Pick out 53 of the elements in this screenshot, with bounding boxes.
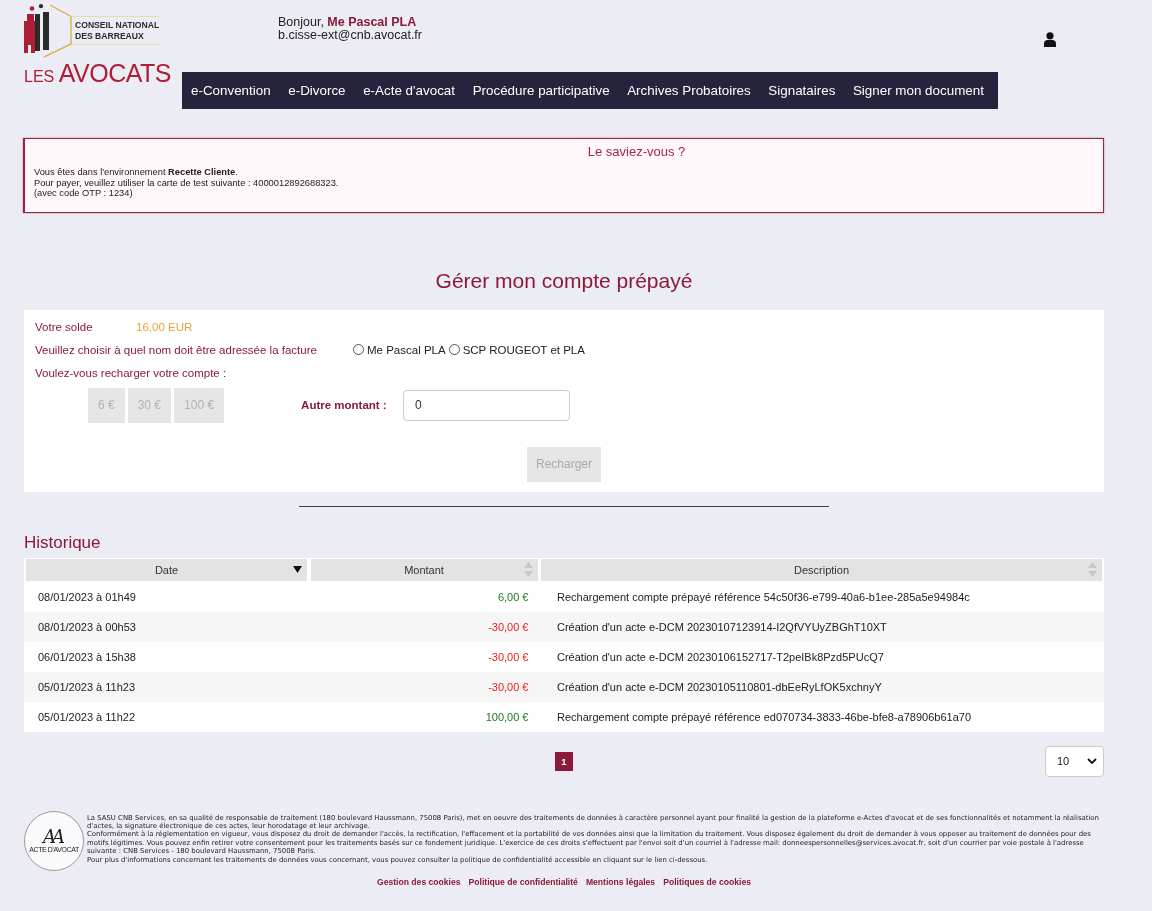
amount-cell-text: -30,00 € — [487, 620, 530, 633]
notice-title: Le saviez-vous ? — [586, 144, 687, 160]
description-cell-text: Création d'un acte e-DCM 20230107123914-I2QfVYUyZBGhT10XT — [556, 620, 888, 633]
description-cell-text: Rechargement compte prépayé référence 54c50f36-e799-40a6-b1ee-285a5e94984c — [556, 590, 971, 603]
invoice-radio-option[interactable]: SCP ROUGEOT et PLA — [448, 343, 585, 356]
description-cell-text: Rechargement compte prépayé référence ed070734-3833-46be-bfe8-a78906b61a70 — [556, 710, 973, 723]
logo-org-name: CONSEIL NATIONAL DES BARREAUX — [72, 16, 160, 45]
column-header[interactable]: Description — [541, 558, 1102, 581]
logo-wordmark: LES AVOCATS — [24, 58, 171, 89]
balance-label: Votre solde — [35, 320, 94, 333]
balance-value: 16,00 EUR — [136, 320, 193, 333]
greeting-text: Bonjour, Me Pascal PLA — [278, 16, 417, 29]
date-cell-text: 06/01/2023 à 15h38 — [37, 650, 137, 663]
notice-text: Pour payer, veuillez utiliser la carte de test suivante : 4000012892688323. — [34, 177, 340, 188]
user-icon[interactable] — [1044, 32, 1056, 47]
nav-link[interactable]: Procédure participative — [463, 72, 619, 109]
date-cell-text: 05/01/2023 à 11h22 — [37, 710, 137, 723]
nav-link[interactable]: Signataires — [759, 72, 844, 109]
footer-link[interactable]: Gestion des cookies — [376, 876, 461, 887]
description-cell-text: Création d'un acte e-DCM 20230106152717-T2peIBk8Pzd5PUcQ7 — [556, 650, 885, 663]
page-number-button[interactable]: 1 — [555, 751, 573, 771]
notice-text: (avec code OTP : 1234) — [34, 188, 134, 199]
recharge-label: Voulez-vous recharger votre compte : — [35, 366, 227, 379]
page-size-select[interactable]: 10 — [1045, 745, 1104, 777]
logo-monogram: AA — [43, 827, 63, 846]
page-title: Gérer mon compte prépayé — [434, 267, 694, 294]
amount-cell-text: 100,00 € — [484, 710, 530, 723]
footer-link[interactable]: Politiques de cookies — [663, 876, 752, 887]
date-cell-text: 05/01/2023 à 11h23 — [37, 680, 137, 693]
nav-link[interactable]: Archives Probatoires — [618, 72, 760, 109]
notice-text: Vous êtes dans l'environnement Recette Cliente. — [34, 167, 239, 178]
description-cell-text: Création d'un acte e-DCM 20230105110801-dbEeRyLfOK5xchnyY — [556, 680, 883, 693]
invoice-label: Veuillez choisir à quel nom doit être adressée la facture — [35, 343, 318, 356]
emblem-icon — [24, 4, 72, 58]
nav-link[interactable]: e-Acte d'avocat — [354, 72, 464, 109]
column-header[interactable]: Montant — [310, 558, 538, 581]
amount-cell-text: -30,00 € — [487, 650, 530, 663]
nav-link[interactable]: Signer mon document — [843, 72, 993, 109]
amount-cell-text: 6,00 € — [496, 590, 530, 603]
footer-link[interactable]: Politique de confidentialité — [468, 876, 578, 887]
chevron-down-icon — [1087, 758, 1097, 764]
user-email: b.cisse-ext@cnb.avocat.fr — [278, 29, 422, 42]
amount-input-field[interactable]: 0 — [403, 389, 571, 421]
amount-cell-text: -30,00 € — [487, 680, 530, 693]
other-amount-label: Autre montant : — [301, 399, 388, 411]
date-cell-text: 08/01/2023 à 00h53 — [37, 620, 137, 633]
nav-link[interactable]: e-Divorce — [279, 72, 355, 109]
column-header[interactable]: Date — [26, 558, 307, 581]
invoice-radio-option[interactable]: Me Pascal PLA — [353, 343, 446, 356]
history-title: Historique — [24, 532, 102, 553]
footer-link[interactable]: Mentions légales — [585, 876, 656, 887]
date-cell-text: 08/01/2023 à 01h49 — [37, 590, 137, 603]
nav-link[interactable]: e-Convention — [182, 72, 280, 109]
